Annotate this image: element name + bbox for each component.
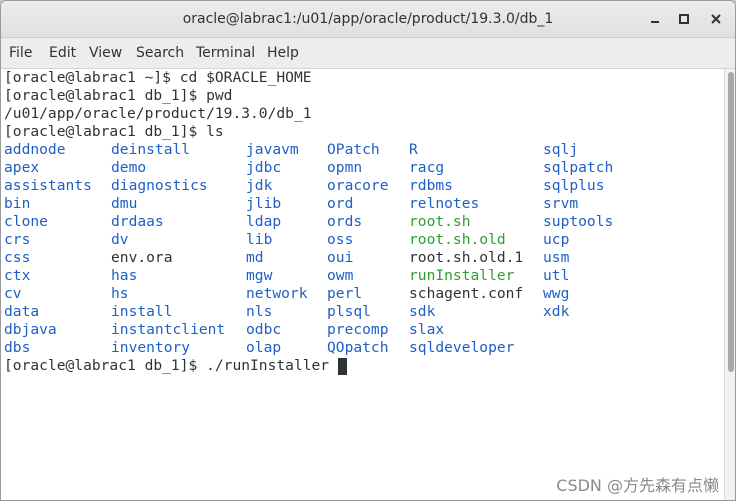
ls-entry: suptools bbox=[543, 213, 614, 230]
ls-entry: sqlpatch bbox=[543, 159, 614, 176]
ls-entry: opmn bbox=[327, 159, 363, 176]
minimize-button[interactable] bbox=[646, 10, 664, 28]
ls-entry: has bbox=[111, 267, 138, 284]
terminal-line: [oracle@labrac1 ~]$ cd $ORACLE_HOME bbox=[4, 69, 312, 86]
terminal-line: [oracle@labrac1 db_1]$ ls bbox=[4, 123, 224, 140]
menu-help[interactable]: Help bbox=[267, 38, 299, 68]
ls-entry: precomp bbox=[327, 321, 389, 338]
ls-entry: sdk bbox=[409, 303, 436, 320]
ls-entry: oui bbox=[327, 249, 354, 266]
ls-entry: mgw bbox=[246, 267, 273, 284]
ls-entry: schagent.conf bbox=[409, 285, 524, 302]
ls-entry: dv bbox=[111, 231, 129, 248]
ls-entry: wwg bbox=[543, 285, 570, 302]
terminal-window: oracle@labrac1:/u01/app/oracle/product/1… bbox=[0, 0, 736, 501]
ls-entry: slax bbox=[409, 321, 445, 338]
ls-entry: jlib bbox=[246, 195, 282, 212]
ls-entry: runInstaller bbox=[409, 267, 515, 284]
ls-entry: nls bbox=[246, 303, 273, 320]
terminal-cursor bbox=[338, 358, 347, 375]
ls-entry: crs bbox=[4, 231, 31, 248]
terminal-output[interactable]: [oracle@labrac1 ~]$ cd $ORACLE_HOME [ora… bbox=[1, 69, 724, 500]
ls-entry: odbc bbox=[246, 321, 282, 338]
ls-entry: owm bbox=[327, 267, 354, 284]
ls-entry: css bbox=[4, 249, 31, 266]
maximize-icon bbox=[679, 14, 689, 24]
ls-entry: bin bbox=[4, 195, 31, 212]
ls-entry: root.sh bbox=[409, 213, 471, 230]
ls-entry: ucp bbox=[543, 231, 570, 248]
terminal-line: /u01/app/oracle/product/19.3.0/db_1 bbox=[4, 105, 312, 122]
ls-entry: root.sh.old.1 bbox=[409, 249, 524, 266]
ls-entry: md bbox=[246, 249, 264, 266]
ls-entry: perl bbox=[327, 285, 363, 302]
ls-entry: hs bbox=[111, 285, 129, 302]
ls-entry: xdk bbox=[543, 303, 570, 320]
menu-terminal[interactable]: Terminal bbox=[196, 38, 255, 68]
title-bar[interactable]: oracle@labrac1:/u01/app/oracle/product/1… bbox=[1, 1, 735, 38]
ls-entry: sqlplus bbox=[543, 177, 605, 194]
ls-entry: ldap bbox=[246, 213, 282, 230]
ls-entry: drdaas bbox=[111, 213, 164, 230]
ls-entry: R bbox=[409, 141, 418, 158]
ls-entry: olap bbox=[246, 339, 282, 356]
menu-view[interactable]: View bbox=[89, 38, 122, 68]
menu-bar: File Edit View Search Terminal Help bbox=[1, 38, 735, 69]
close-icon bbox=[711, 14, 721, 24]
scrollbar-thumb[interactable] bbox=[728, 72, 734, 372]
ls-entry: dbs bbox=[4, 339, 31, 356]
ls-entry: rdbms bbox=[409, 177, 453, 194]
ls-entry: relnotes bbox=[409, 195, 480, 212]
terminal-line-current: [oracle@labrac1 db_1]$ ./runInstaller bbox=[4, 357, 330, 374]
window-title: oracle@labrac1:/u01/app/oracle/product/1… bbox=[182, 11, 554, 27]
ls-entry: inventory bbox=[111, 339, 191, 356]
minimize-icon bbox=[651, 21, 659, 23]
ls-entry: srvm bbox=[543, 195, 579, 212]
ls-entry: cv bbox=[4, 285, 22, 302]
close-button[interactable] bbox=[707, 10, 725, 28]
ls-entry: addnode bbox=[4, 141, 66, 158]
ls-entry: ord bbox=[327, 195, 354, 212]
ls-entry: root.sh.old bbox=[409, 231, 506, 248]
ls-entry: QOpatch bbox=[327, 339, 389, 356]
ls-entry: env.ora bbox=[111, 249, 173, 266]
ls-entry: OPatch bbox=[327, 141, 380, 158]
ls-entry: utl bbox=[543, 267, 570, 284]
ls-entry: oracore bbox=[327, 177, 389, 194]
ls-entry: jdk bbox=[246, 177, 273, 194]
maximize-button[interactable] bbox=[675, 10, 693, 28]
menu-edit[interactable]: Edit bbox=[49, 38, 76, 68]
ls-entry: instantclient bbox=[111, 321, 226, 338]
ls-entry: racg bbox=[409, 159, 445, 176]
ls-entry: lib bbox=[246, 231, 273, 248]
menu-search[interactable]: Search bbox=[136, 38, 184, 68]
ls-entry: assistants bbox=[4, 177, 92, 194]
ls-entry: ords bbox=[327, 213, 363, 230]
ls-entry: oss bbox=[327, 231, 354, 248]
ls-entry: sqldeveloper bbox=[409, 339, 515, 356]
watermark: CSDN @方先森有点懒 bbox=[556, 476, 719, 495]
ls-entry: deinstall bbox=[111, 141, 191, 158]
ls-entry: apex bbox=[4, 159, 40, 176]
ls-entry: javavm bbox=[246, 141, 299, 158]
ls-entry: dmu bbox=[111, 195, 138, 212]
ls-entry: install bbox=[111, 303, 173, 320]
vertical-scrollbar[interactable] bbox=[724, 69, 735, 500]
ls-entry: network bbox=[246, 285, 308, 302]
ls-entry: demo bbox=[111, 159, 147, 176]
ls-entry: clone bbox=[4, 213, 48, 230]
ls-entry: dbjava bbox=[4, 321, 57, 338]
ls-entry: plsql bbox=[327, 303, 371, 320]
ls-entry: diagnostics bbox=[111, 177, 208, 194]
ls-entry: ctx bbox=[4, 267, 31, 284]
terminal-line: [oracle@labrac1 db_1]$ pwd bbox=[4, 87, 233, 104]
ls-entry: usm bbox=[543, 249, 570, 266]
menu-file[interactable]: File bbox=[9, 38, 32, 68]
ls-entry: data bbox=[4, 303, 40, 320]
ls-entry: jdbc bbox=[246, 159, 282, 176]
ls-entry: sqlj bbox=[543, 141, 579, 158]
